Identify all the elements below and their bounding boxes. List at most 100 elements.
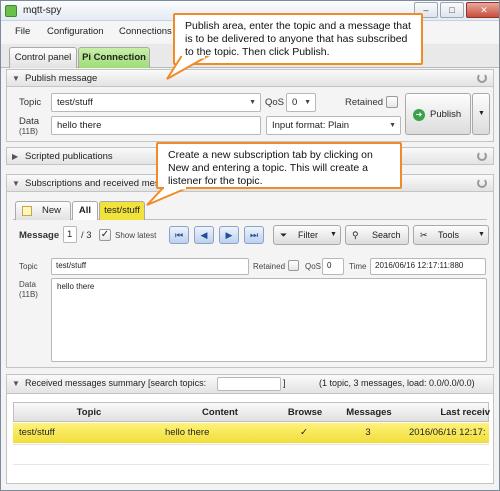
row-divider bbox=[13, 444, 489, 445]
detail-time-label: Time bbox=[349, 262, 367, 271]
filter-icon: ⏷ bbox=[280, 230, 288, 240]
previous-icon: ◀ bbox=[200, 230, 208, 240]
qos-select[interactable]: 0 ▼ bbox=[286, 93, 316, 112]
tab-test-stuff[interactable]: test/stuff bbox=[99, 201, 145, 220]
publish-section-header[interactable]: ▼ Publish message bbox=[6, 69, 494, 87]
column-last-received[interactable]: Last receiv bbox=[404, 403, 490, 423]
publish-data-input[interactable]: hello there bbox=[51, 116, 261, 135]
publish-options-button[interactable]: ▼ bbox=[472, 93, 490, 135]
publish-panel: Topic test/stuff ▼ QoS 0 ▼ Retained ➜ Pu… bbox=[6, 87, 494, 142]
collapse-arrow-icon: ▼ bbox=[12, 179, 20, 188]
retained-checkbox[interactable] bbox=[386, 96, 398, 108]
detail-retained-checkbox bbox=[288, 260, 299, 271]
expand-arrow-icon: ▶ bbox=[12, 152, 19, 161]
scripted-section-title: Scripted publications bbox=[25, 151, 113, 162]
column-browse[interactable]: Browse bbox=[276, 403, 334, 423]
summary-search-input[interactable] bbox=[217, 377, 281, 391]
column-content[interactable]: Content bbox=[164, 403, 276, 423]
summary-table-header: Topic Content Browse Messages Last recei… bbox=[13, 402, 490, 423]
menu-file[interactable]: File bbox=[15, 26, 30, 37]
app-window: mqtt-spy – □ ✕ File Configuration Connec… bbox=[0, 0, 500, 491]
detail-data-label: Data bbox=[19, 280, 36, 289]
app-icon bbox=[5, 5, 17, 17]
tab-all[interactable]: All bbox=[72, 201, 98, 220]
maximize-button[interactable]: □ bbox=[440, 2, 464, 18]
refresh-icon bbox=[477, 73, 487, 83]
publish-topic-value: test/stuff bbox=[57, 97, 93, 108]
row-browse-checkbox[interactable]: ✓ bbox=[275, 423, 333, 443]
detail-qos-label: QoS bbox=[305, 262, 322, 271]
previous-message-button[interactable]: ◀ bbox=[194, 226, 214, 244]
first-message-button[interactable]: ⏮ bbox=[169, 226, 189, 244]
row-topic: test/stuff bbox=[19, 427, 55, 438]
data-size: (11B) bbox=[19, 127, 38, 136]
show-latest-label: Show latest bbox=[115, 231, 157, 240]
filter-button[interactable]: ⏷ Filter ▼ bbox=[273, 225, 341, 245]
filter-label: Filter bbox=[298, 230, 318, 240]
collapse-arrow-icon: ▼ bbox=[12, 379, 20, 388]
dropdown-arrow-icon: ▼ bbox=[478, 231, 485, 238]
row-last-received: 2016/06/16 12:17: bbox=[409, 427, 486, 438]
qos-label: QoS bbox=[265, 97, 285, 108]
retained-label: Retained bbox=[345, 97, 384, 108]
dropdown-arrow-icon: ▼ bbox=[389, 122, 396, 129]
menu-connections[interactable]: Connections bbox=[119, 26, 172, 37]
close-button[interactable]: ✕ bbox=[466, 2, 499, 18]
detail-topic-field[interactable]: test/stuff bbox=[51, 258, 249, 275]
send-icon: ➜ bbox=[413, 109, 425, 121]
row-content: hello there bbox=[165, 427, 210, 438]
last-icon: ⏭ bbox=[249, 230, 259, 240]
qos-value: 0 bbox=[292, 97, 298, 108]
row-divider bbox=[13, 464, 489, 465]
input-format-value: Input format: Plain bbox=[272, 120, 350, 131]
window-title: mqtt-spy bbox=[23, 5, 62, 16]
tools-button[interactable]: ✂ Tools ▼ bbox=[413, 225, 489, 245]
topic-label: Topic bbox=[19, 97, 42, 108]
tools-icon: ✂ bbox=[420, 230, 428, 240]
publish-button-label: Publish bbox=[430, 109, 462, 120]
detail-data-size: (11B) bbox=[19, 290, 38, 299]
tools-label: Tools bbox=[438, 230, 460, 240]
collapse-arrow-icon: ▼ bbox=[12, 74, 20, 83]
menu-configuration[interactable]: Configuration bbox=[47, 26, 104, 37]
refresh-icon bbox=[477, 151, 487, 161]
refresh-icon bbox=[477, 178, 487, 188]
detail-topic-label: Topic bbox=[19, 262, 38, 271]
summary-section-header[interactable]: ▼ Received messages summary [search topi… bbox=[6, 374, 494, 394]
first-icon: ⏮ bbox=[174, 230, 184, 240]
input-format-select[interactable]: Input format: Plain ▼ bbox=[266, 116, 401, 135]
next-message-button[interactable]: ▶ bbox=[219, 226, 239, 244]
last-message-button[interactable]: ⏭ bbox=[244, 226, 264, 244]
column-messages[interactable]: Messages bbox=[334, 403, 404, 423]
dropdown-arrow-icon: ▼ bbox=[330, 231, 337, 238]
dropdown-arrow-icon: ▼ bbox=[249, 99, 256, 106]
publish-section-title: Publish message bbox=[25, 73, 98, 84]
summary-title: Received messages summary [search topics… bbox=[25, 378, 207, 388]
publish-topic-input[interactable]: test/stuff ▼ bbox=[51, 93, 261, 112]
message-total: / 3 bbox=[81, 230, 92, 241]
summary-table: Topic Content Browse Messages Last recei… bbox=[6, 394, 494, 484]
tab-new-label: New bbox=[42, 205, 62, 216]
search-label: Search bbox=[372, 230, 401, 240]
subscriptions-panel: New All test/stuff Message 1 / 3 ✓ Show … bbox=[6, 192, 494, 368]
detail-retained-label: Retained bbox=[253, 262, 286, 271]
show-latest-checkbox[interactable]: ✓ bbox=[99, 229, 111, 241]
column-topic[interactable]: Topic bbox=[14, 403, 164, 423]
detail-qos-field[interactable]: 0 bbox=[322, 258, 344, 275]
detail-data-area[interactable]: hello there bbox=[51, 278, 487, 362]
publish-button[interactable]: ➜ Publish bbox=[405, 93, 471, 135]
search-button[interactable]: ⚲ Search bbox=[345, 225, 409, 245]
table-row[interactable]: test/stuff hello there ✓ 3 2016/06/16 12… bbox=[13, 423, 489, 443]
summary-bracket: ] bbox=[283, 378, 286, 388]
message-index-input[interactable]: 1 bbox=[63, 226, 77, 243]
next-icon: ▶ bbox=[225, 230, 233, 240]
dropdown-arrow-icon: ▼ bbox=[304, 99, 311, 106]
new-subscription-icon bbox=[22, 206, 32, 216]
summary-stats: (1 topic, 3 messages, load: 0.0/0.0/0.0) bbox=[319, 378, 475, 388]
detail-time-field[interactable]: 2016/06/16 12:17:11:880 bbox=[370, 258, 486, 275]
tab-new-subscription[interactable]: New bbox=[15, 201, 71, 220]
binoculars-icon: ⚲ bbox=[352, 230, 359, 240]
tab-control-panel[interactable]: Control panel bbox=[9, 47, 77, 68]
publish-callout-pointer bbox=[166, 55, 210, 80]
tab-pi-connection[interactable]: Pi Connection bbox=[78, 47, 150, 68]
